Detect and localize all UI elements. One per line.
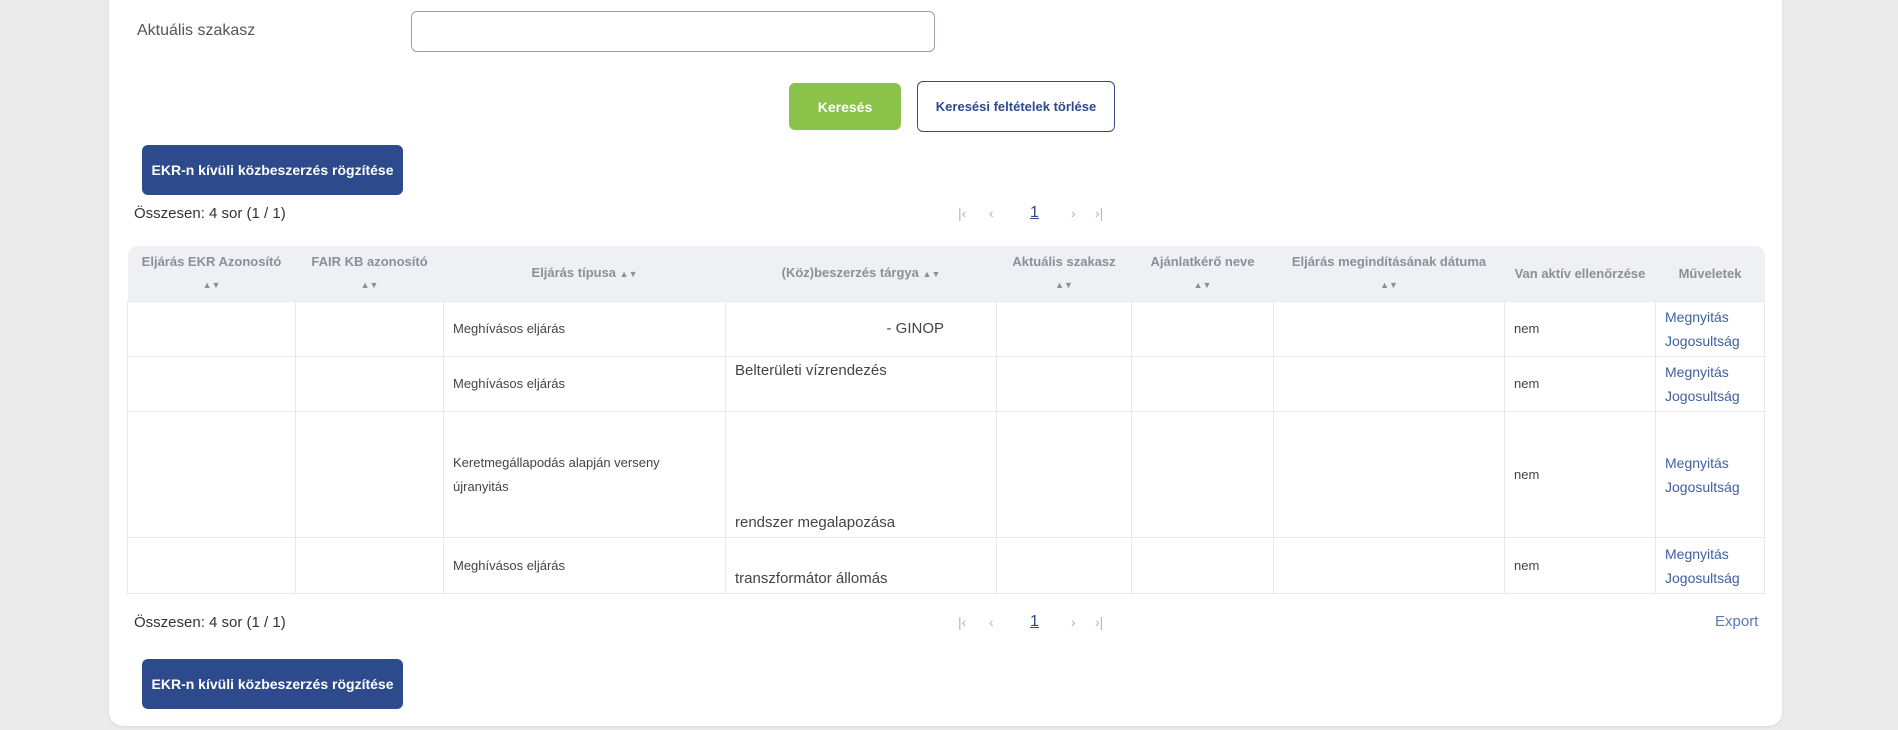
cell-requester [1131,411,1274,538]
sort-icon[interactable]: ▲▼ [203,280,221,290]
col-fair-id-label: FAIR KB azonosító [311,254,428,269]
col-fair-id[interactable]: FAIR KB azonosító ▲▼ [295,246,444,302]
cell-start-date [1273,411,1505,538]
last-page-icon[interactable]: ›| [1095,614,1103,630]
sort-icon[interactable]: ▲▼ [1194,280,1212,290]
cell-fair-id [295,356,444,412]
cell-subject: Belterületi vízrendezés [725,356,997,412]
open-link[interactable]: Megnyitás [1665,451,1755,475]
cell-fair-id [295,537,444,594]
col-requester[interactable]: Ajánlatkérő neve ▲▼ [1131,246,1274,302]
table-row: Meghívásos eljárás transzformátor állomá… [127,537,1765,594]
pagination-bottom: |‹ ‹ 1 › ›| [955,613,1105,634]
col-active-check-label: Van aktív ellenőrzése [1514,265,1646,281]
open-link[interactable]: Megnyitás [1665,360,1755,384]
cell-requester [1131,301,1274,357]
permissions-link[interactable]: Jogosultság [1665,475,1755,499]
prev-page-icon[interactable]: ‹ [989,614,994,630]
col-type-label: Eljárás típusa [531,265,617,280]
sort-icon[interactable]: ▲▼ [923,269,941,279]
permissions-link[interactable]: Jogosultság [1665,566,1755,590]
cell-start-date [1273,537,1505,594]
cell-subject: - GINOP [725,301,997,357]
cell-requester [1131,537,1274,594]
row-summary-top: Összesen: 4 sor (1 / 1) [134,205,286,222]
permissions-link[interactable]: Jogosultság [1665,329,1755,353]
col-subject-label: (Köz)beszerzés tárgya [781,265,919,280]
cell-type: Meghívásos eljárás [443,301,726,357]
col-ekr-id[interactable]: Eljárás EKR Azonosító ▲▼ [127,246,296,302]
cell-type: Keretmegállapodás alapján verseny újrany… [443,411,726,538]
cell-type: Meghívásos eljárás [443,356,726,412]
first-page-icon[interactable]: |‹ [958,614,966,630]
col-ekr-id-label: Eljárás EKR Azonosító [141,254,282,269]
col-active-check: Van aktív ellenőrzése [1504,246,1656,302]
last-page-icon[interactable]: ›| [1095,205,1103,221]
add-procurement-button-bottom[interactable]: EKR-n kívüli közbeszerzés rögzítése [142,659,403,709]
cell-ekr-id [127,411,296,538]
stage-field-label: Aktuális szakasz [137,22,256,39]
add-procurement-button-top[interactable]: EKR-n kívüli közbeszerzés rögzítése [142,145,403,195]
cell-start-date [1273,356,1505,412]
sort-icon[interactable]: ▲▼ [620,269,638,279]
next-page-icon[interactable]: › [1071,614,1076,630]
cell-stage [996,537,1132,594]
procurement-table: Eljárás EKR Azonosító ▲▼ FAIR KB azonosít… [127,246,1765,594]
pagination-top: |‹ ‹ 1 › ›| [955,204,1105,225]
export-link[interactable]: Export [1715,613,1758,630]
prev-page-icon[interactable]: ‹ [989,205,994,221]
cell-active-check: nem [1504,411,1656,538]
col-subject[interactable]: (Köz)beszerzés tárgya ▲▼ [725,246,997,302]
permissions-link[interactable]: Jogosultság [1665,384,1755,408]
cell-stage [996,411,1132,538]
cell-ekr-id [127,537,296,594]
cell-type: Meghívásos eljárás [443,537,726,594]
cell-actions: Megnyitás Jogosultság [1655,356,1765,412]
cell-actions: Megnyitás Jogosultság [1655,301,1765,357]
cell-active-check: nem [1504,356,1656,412]
cell-stage [996,356,1132,412]
cell-stage [996,301,1132,357]
open-link[interactable]: Megnyitás [1665,305,1755,329]
cell-requester [1131,356,1274,412]
first-page-icon[interactable]: |‹ [958,205,966,221]
table-row: Meghívásos eljárás Belterületi vízrendez… [127,356,1765,412]
cell-actions: Megnyitás Jogosultság [1655,411,1765,538]
col-type[interactable]: Eljárás típusa ▲▼ [443,246,726,302]
row-summary-bottom: Összesen: 4 sor (1 / 1) [134,614,286,631]
col-stage-label: Aktuális szakasz [1012,254,1116,269]
cell-fair-id [295,301,444,357]
col-start-date-label: Eljárás megindításának dátuma [1291,254,1487,269]
col-requester-label: Ajánlatkérő neve [1150,254,1255,269]
sort-icon[interactable]: ▲▼ [1055,280,1073,290]
page-number-link[interactable]: 1 [1030,613,1039,631]
col-actions-label: Műveletek [1678,265,1742,281]
cell-active-check: nem [1504,537,1656,594]
search-button[interactable]: Keresés [789,83,901,130]
col-stage[interactable]: Aktuális szakasz ▲▼ [996,246,1132,302]
sort-icon[interactable]: ▲▼ [1380,280,1398,290]
stage-input[interactable] [411,11,935,52]
cell-subject: rendszer megalapozása [725,411,997,538]
cell-ekr-id [127,356,296,412]
cell-subject: transzformátor állomás [725,537,997,594]
sort-icon[interactable]: ▲▼ [361,280,379,290]
cell-active-check: nem [1504,301,1656,357]
cell-ekr-id [127,301,296,357]
table-row: Keretmegállapodás alapján verseny újrany… [127,411,1765,538]
next-page-icon[interactable]: › [1071,205,1076,221]
table-header-row: Eljárás EKR Azonosító ▲▼ FAIR KB azonosít… [127,246,1765,302]
col-actions: Műveletek [1655,246,1765,302]
open-link[interactable]: Megnyitás [1665,542,1755,566]
cell-actions: Megnyitás Jogosultság [1655,537,1765,594]
clear-filters-button[interactable]: Keresési feltételek törlése [917,81,1115,132]
cell-fair-id [295,411,444,538]
col-start-date[interactable]: Eljárás megindításának dátuma ▲▼ [1273,246,1505,302]
page-number-link[interactable]: 1 [1030,204,1039,222]
cell-start-date [1273,301,1505,357]
table-row: Meghívásos eljárás - GINOP nem Megnyitás… [127,301,1765,357]
